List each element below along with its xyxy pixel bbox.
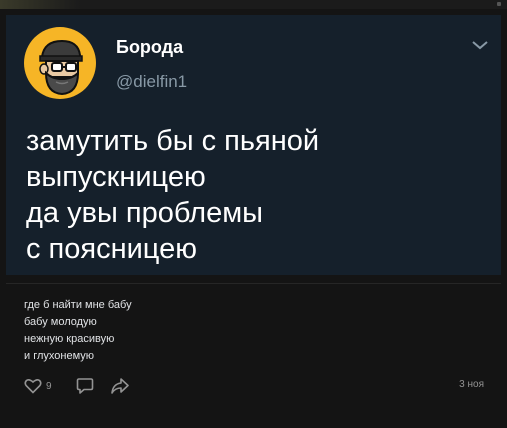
user-handle[interactable]: @dielfin1 bbox=[116, 72, 187, 92]
post-date[interactable]: 3 ноя bbox=[459, 379, 484, 390]
comment-button[interactable] bbox=[76, 376, 94, 396]
top-strip-marker bbox=[497, 2, 501, 6]
divider bbox=[6, 283, 501, 284]
like-button[interactable]: 9 bbox=[24, 376, 52, 396]
avatar bbox=[24, 27, 96, 99]
display-name[interactable]: Борода bbox=[116, 37, 183, 58]
top-strip bbox=[0, 0, 507, 9]
tweet-screenshot: Борода @dielfin1 замутить бы с пьяной вы… bbox=[6, 15, 501, 275]
chevron-down-icon[interactable] bbox=[471, 39, 489, 51]
post-actions: 9 3 ноя bbox=[24, 376, 494, 396]
share-button[interactable] bbox=[110, 376, 130, 396]
comment-icon bbox=[76, 378, 94, 394]
post-text: где б найти мне бабу бабу молодую нежную… bbox=[24, 299, 132, 362]
heart-icon bbox=[24, 378, 42, 394]
bearded-man-avatar-icon bbox=[39, 39, 83, 96]
like-count: 9 bbox=[46, 380, 52, 392]
top-strip-gradient bbox=[0, 0, 80, 9]
tweet-text: замутить бы с пьяной выпускницею да увы … bbox=[26, 125, 320, 265]
share-icon bbox=[111, 378, 129, 394]
